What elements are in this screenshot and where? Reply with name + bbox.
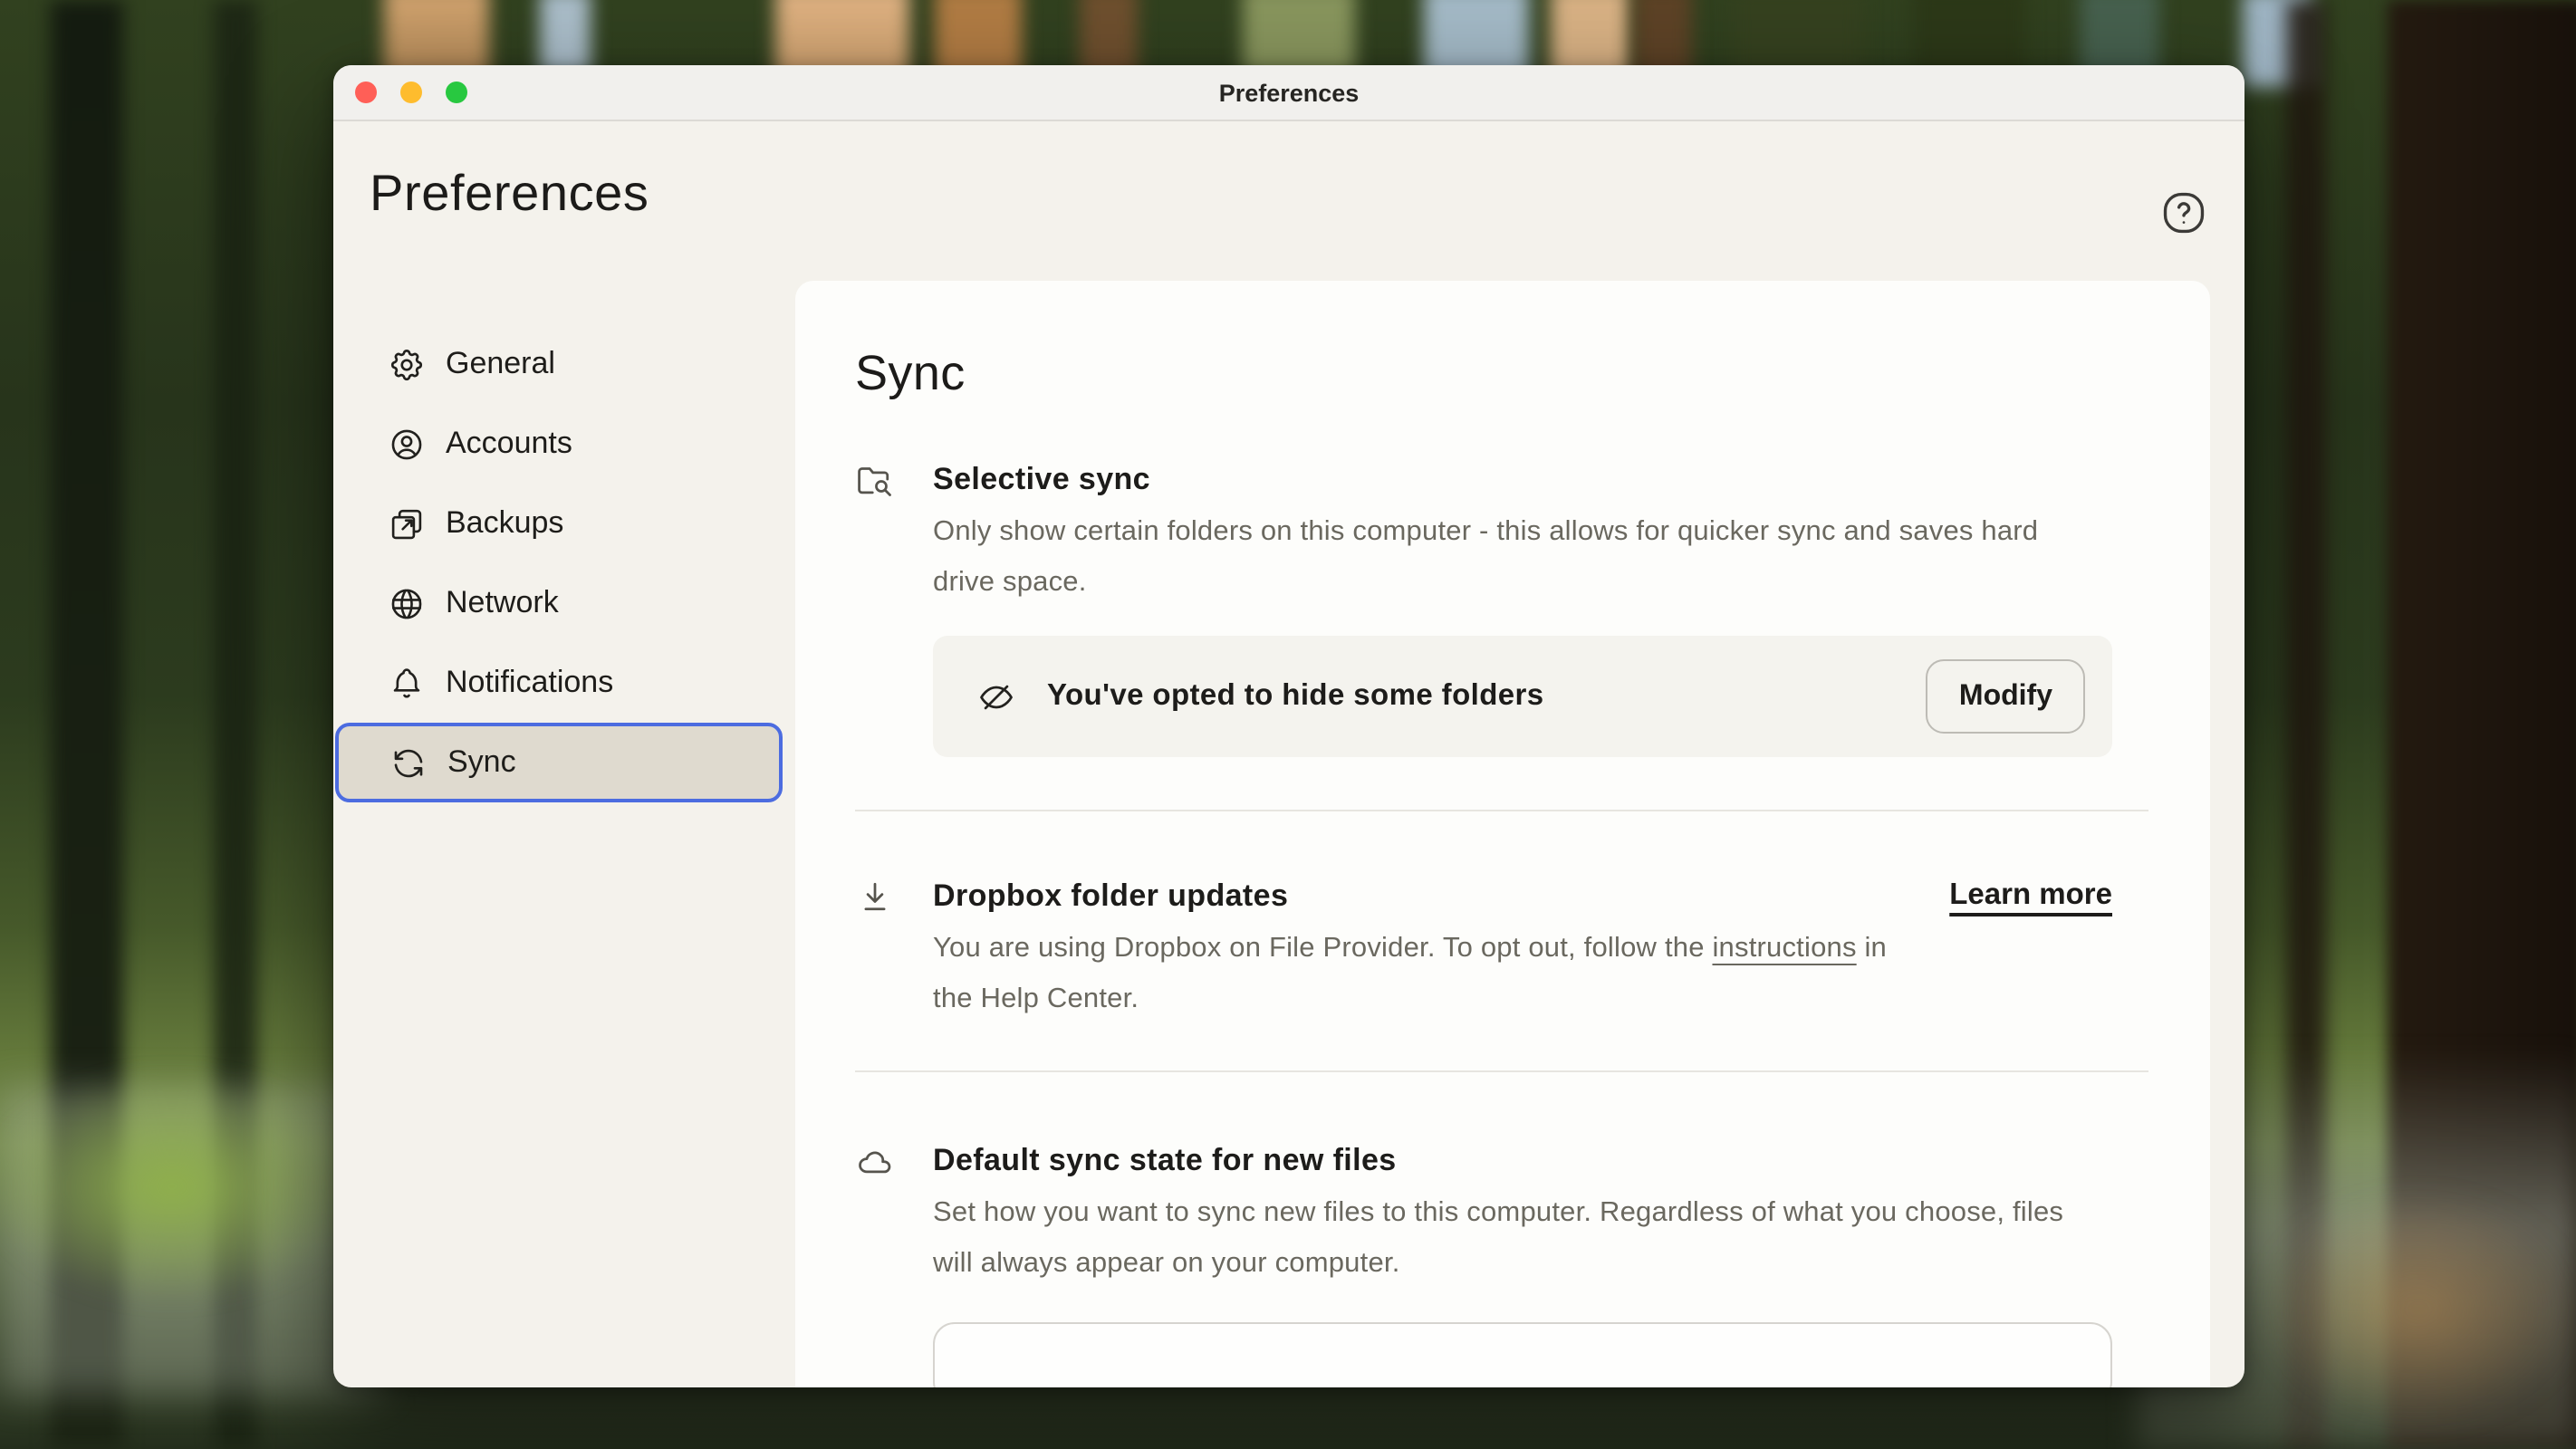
sidebar-item-label: Accounts bbox=[446, 426, 572, 462]
sidebar-item-backups[interactable]: Backups bbox=[333, 484, 792, 563]
content-panel: Sync Selective sync Only show certain fo… bbox=[795, 281, 2210, 1387]
download-icon bbox=[855, 877, 895, 916]
description-text: You are using Dropbox on File Provider. … bbox=[933, 933, 1712, 964]
sidebar-item-label: Sync bbox=[447, 744, 516, 781]
modify-button[interactable]: Modify bbox=[1927, 659, 2085, 734]
sidebar-item-label: Backups bbox=[446, 505, 563, 542]
sidebar: General Accounts bbox=[333, 324, 792, 802]
section-description: You are using Dropbox on File Provider. … bbox=[933, 924, 1911, 1025]
sidebar-item-label: General bbox=[446, 346, 555, 382]
section-selective-sync: Selective sync Only show certain folders… bbox=[855, 455, 2112, 757]
screen: Preferences Preferences bbox=[0, 0, 2576, 1449]
divider bbox=[855, 1070, 2148, 1072]
selective-sync-banner: You've opted to hide some folders Modify bbox=[933, 636, 2112, 757]
section-description: Set how you want to sync new files to th… bbox=[933, 1188, 2092, 1290]
divider bbox=[855, 810, 2148, 811]
folder-search-icon bbox=[855, 460, 895, 500]
sidebar-item-general[interactable]: General bbox=[333, 324, 792, 404]
instructions-link[interactable]: instructions bbox=[1712, 933, 1856, 964]
help-button[interactable] bbox=[2159, 188, 2208, 237]
section-title: Dropbox folder updates bbox=[933, 871, 1949, 920]
section-title: Default sync state for new files bbox=[933, 1136, 2112, 1185]
hidden-folders-icon bbox=[976, 677, 1016, 716]
sync-arrows-icon bbox=[389, 744, 428, 782]
section-description: Only show certain folders on this comput… bbox=[933, 507, 2092, 609]
section-default-sync-state: Default sync state for new files Set how… bbox=[855, 1136, 2112, 1387]
globe-icon bbox=[388, 584, 426, 622]
section-body: Selective sync Only show certain folders… bbox=[933, 455, 2112, 609]
sidebar-item-label: Network bbox=[446, 585, 559, 621]
help-icon bbox=[2159, 188, 2208, 237]
sidebar-item-accounts[interactable]: Accounts bbox=[333, 404, 792, 484]
sidebar-item-network[interactable]: Network bbox=[333, 563, 792, 643]
close-button[interactable] bbox=[355, 82, 377, 103]
fullscreen-button[interactable] bbox=[446, 82, 467, 103]
section-body: Dropbox folder updates You are using Dro… bbox=[933, 871, 1949, 1025]
grass-highlight bbox=[0, 1069, 362, 1304]
bell-icon bbox=[388, 664, 426, 702]
banner-text: You've opted to hide some folders bbox=[1047, 679, 1544, 714]
section-title: Selective sync bbox=[933, 455, 2112, 504]
sidebar-item-label: Notifications bbox=[446, 665, 613, 701]
section-body: Default sync state for new files Set how… bbox=[933, 1136, 2112, 1290]
learn-more-link[interactable]: Learn more bbox=[1949, 871, 2112, 920]
sidebar-item-sync[interactable]: Sync bbox=[335, 723, 783, 802]
traffic-lights bbox=[355, 65, 491, 120]
window-title: Preferences bbox=[333, 79, 2244, 106]
page-title: Preferences bbox=[370, 165, 649, 223]
window-titlebar: Preferences bbox=[333, 65, 2244, 121]
backup-copy-icon bbox=[388, 504, 426, 542]
window-body: Preferences bbox=[333, 121, 2244, 1387]
gear-icon bbox=[388, 345, 426, 383]
sidebar-item-notifications[interactable]: Notifications bbox=[333, 643, 792, 723]
section-folder-updates: Dropbox folder updates You are using Dro… bbox=[855, 871, 2112, 1025]
default-sync-dropdown[interactable] bbox=[933, 1322, 2112, 1387]
user-circle-icon bbox=[388, 425, 426, 463]
minimize-button[interactable] bbox=[400, 82, 422, 103]
warm-highlight bbox=[2255, 1192, 2576, 1427]
content-title: Sync bbox=[855, 342, 2112, 404]
preferences-window: Preferences Preferences bbox=[333, 65, 2244, 1387]
cloud-icon bbox=[855, 1141, 895, 1181]
